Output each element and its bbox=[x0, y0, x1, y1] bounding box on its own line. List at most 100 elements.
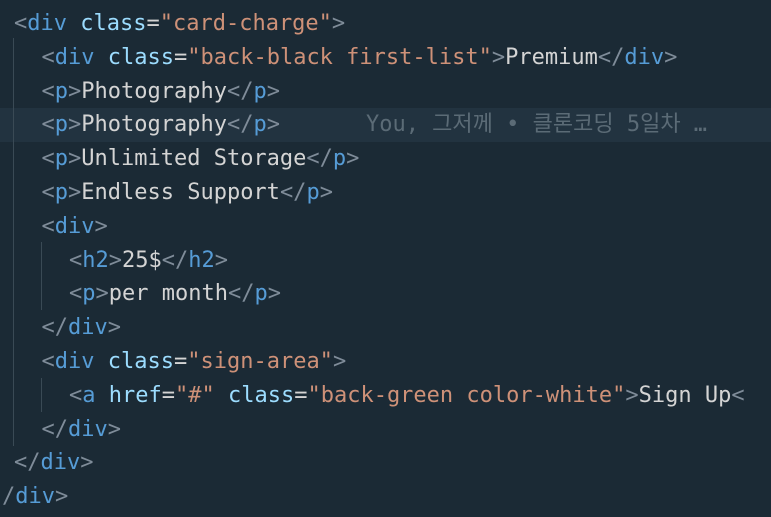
code-token-tag: p bbox=[254, 281, 268, 307]
code-token-bracket: > bbox=[68, 112, 82, 138]
code-token-str: "card-charge" bbox=[159, 11, 332, 36]
git-blame-annotation: You, 그저께 • 클론코딩 5일차 … bbox=[365, 112, 708, 138]
code-editor[interactable]: <div class="card-charge"> <div class="bac… bbox=[0, 0, 771, 517]
code-token-text: Sign Up bbox=[638, 382, 732, 408]
code-token-bracket: < bbox=[41, 180, 55, 205]
code-token-tag: div bbox=[54, 44, 95, 70]
code-token-bracket: < bbox=[14, 11, 28, 36]
code-token-bracket: </ bbox=[41, 315, 69, 341]
code-token-bracket: </ bbox=[161, 247, 189, 273]
code-token-bracket: > bbox=[68, 146, 82, 172]
code-token-bracket: > bbox=[332, 349, 347, 374]
code-token-text: 25$ bbox=[122, 247, 162, 273]
code-token-str: "sign-area" bbox=[187, 349, 333, 374]
code-token-bracket: > bbox=[68, 78, 82, 104]
code-token-eq: = bbox=[173, 44, 188, 70]
code-token-bracket: > bbox=[214, 247, 228, 273]
code-token-tag: div bbox=[40, 450, 81, 476]
code-token-bracket: < bbox=[41, 44, 55, 70]
code-token-eq: = bbox=[294, 382, 308, 408]
code-token-bracket: </ bbox=[306, 146, 333, 172]
code-token-bracket: > bbox=[80, 450, 94, 476]
code-token-attr: class bbox=[107, 349, 174, 374]
code-token-bracket: < bbox=[41, 146, 55, 172]
code-line[interactable]: <div class="card-charge"> bbox=[0, 7, 771, 41]
code-line[interactable]: <p>Photography</p> You, 그저께 • 클론코딩 5일차 … bbox=[0, 108, 771, 143]
code-token-bracket: </ bbox=[279, 180, 307, 205]
code-token-text: Premium bbox=[505, 44, 598, 70]
code-token-tag: p bbox=[54, 112, 68, 138]
code-token-bracket: > bbox=[266, 78, 280, 104]
code-token-bracket: > bbox=[95, 281, 109, 307]
code-line[interactable]: <p>per month</p> bbox=[0, 277, 771, 311]
code-line[interactable]: <h2>25$</h2> bbox=[0, 244, 771, 278]
code-token-bracket: </ bbox=[41, 416, 69, 442]
code-token-bracket: > bbox=[55, 484, 69, 510]
code-token-bracket: > bbox=[331, 11, 346, 36]
code-token-bracket: < bbox=[41, 78, 55, 104]
code-token-attr: class bbox=[107, 44, 174, 70]
code-token-tag: a bbox=[82, 382, 96, 408]
code-line[interactable]: <p>Endless Support</p> bbox=[0, 176, 771, 210]
code-token-bracket: > bbox=[346, 146, 360, 172]
code-line[interactable]: <a href="#" class="back-green color-whit… bbox=[0, 379, 771, 413]
code-line[interactable]: </div> bbox=[0, 413, 771, 447]
code-token-attr: class bbox=[80, 11, 147, 36]
code-token-bracket: > bbox=[625, 382, 639, 408]
code-token-tag: div bbox=[15, 484, 55, 510]
code-token-bracket: < bbox=[731, 382, 745, 408]
code-token-text: Photography bbox=[81, 112, 227, 138]
code-token-text: Photography bbox=[81, 78, 227, 104]
code-token-eq: = bbox=[161, 382, 175, 408]
code-token-tag: h2 bbox=[188, 247, 215, 273]
code-token-str: "back-black first-list" bbox=[187, 44, 492, 70]
code-token-text: Endless Support bbox=[81, 180, 280, 205]
code-token-tag: p bbox=[306, 180, 320, 205]
code-token-bracket: < bbox=[41, 112, 55, 138]
code-token-bracket: > bbox=[68, 180, 82, 205]
code-token-bracket: < bbox=[69, 281, 83, 307]
code-token-tag: p bbox=[54, 180, 68, 205]
code-token-bracket: </ bbox=[597, 44, 625, 70]
code-line[interactable]: </div> bbox=[0, 446, 771, 480]
code-token-tag: p bbox=[253, 78, 267, 104]
code-token-bracket: </ bbox=[226, 112, 254, 138]
code-token-attr: href bbox=[108, 382, 162, 408]
code-token-tag: div bbox=[27, 11, 67, 36]
code-token-bracket: > bbox=[267, 281, 281, 307]
code-line[interactable]: <p>Unlimited Storage</p> bbox=[0, 142, 771, 176]
code-token-tag: p bbox=[54, 78, 68, 104]
code-token-text: per month bbox=[108, 281, 228, 307]
code-token-tag: p bbox=[332, 146, 347, 172]
code-token-bracket: </ bbox=[14, 450, 41, 476]
code-token-bracket: > bbox=[664, 44, 678, 70]
indent-guide-inner-2 bbox=[41, 378, 42, 412]
code-line[interactable]: <div class="sign-area"> bbox=[0, 345, 771, 379]
code-token-tag: p bbox=[82, 281, 96, 307]
code-line[interactable]: <div class="back-black first-list">Premi… bbox=[0, 41, 771, 75]
code-token-tag: p bbox=[54, 146, 68, 172]
code-token-text: Unlimited Storage bbox=[81, 146, 307, 172]
code-line[interactable]: <p>Photography</p> bbox=[0, 75, 771, 109]
code-token-eq: = bbox=[173, 349, 188, 374]
code-token-str: "back-green color-white" bbox=[307, 382, 626, 408]
code-token-str: "#" bbox=[174, 382, 215, 408]
code-token-bracket: > bbox=[107, 416, 121, 442]
code-token-bracket: / bbox=[2, 484, 16, 510]
code-line[interactable]: /div> bbox=[0, 480, 771, 514]
code-token-bracket: > bbox=[491, 44, 506, 70]
code-line[interactable]: <div> bbox=[0, 210, 771, 244]
code-token-tag: h2 bbox=[82, 247, 109, 273]
code-token-tag: p bbox=[253, 112, 267, 138]
code-token-bracket: > bbox=[108, 247, 122, 273]
code-token-bracket: > bbox=[266, 112, 280, 138]
code-token-bracket: > bbox=[107, 315, 121, 341]
code-line[interactable]: </div> bbox=[0, 311, 771, 345]
code-token-tag: div bbox=[624, 44, 665, 70]
code-token-tag: div bbox=[68, 416, 108, 442]
